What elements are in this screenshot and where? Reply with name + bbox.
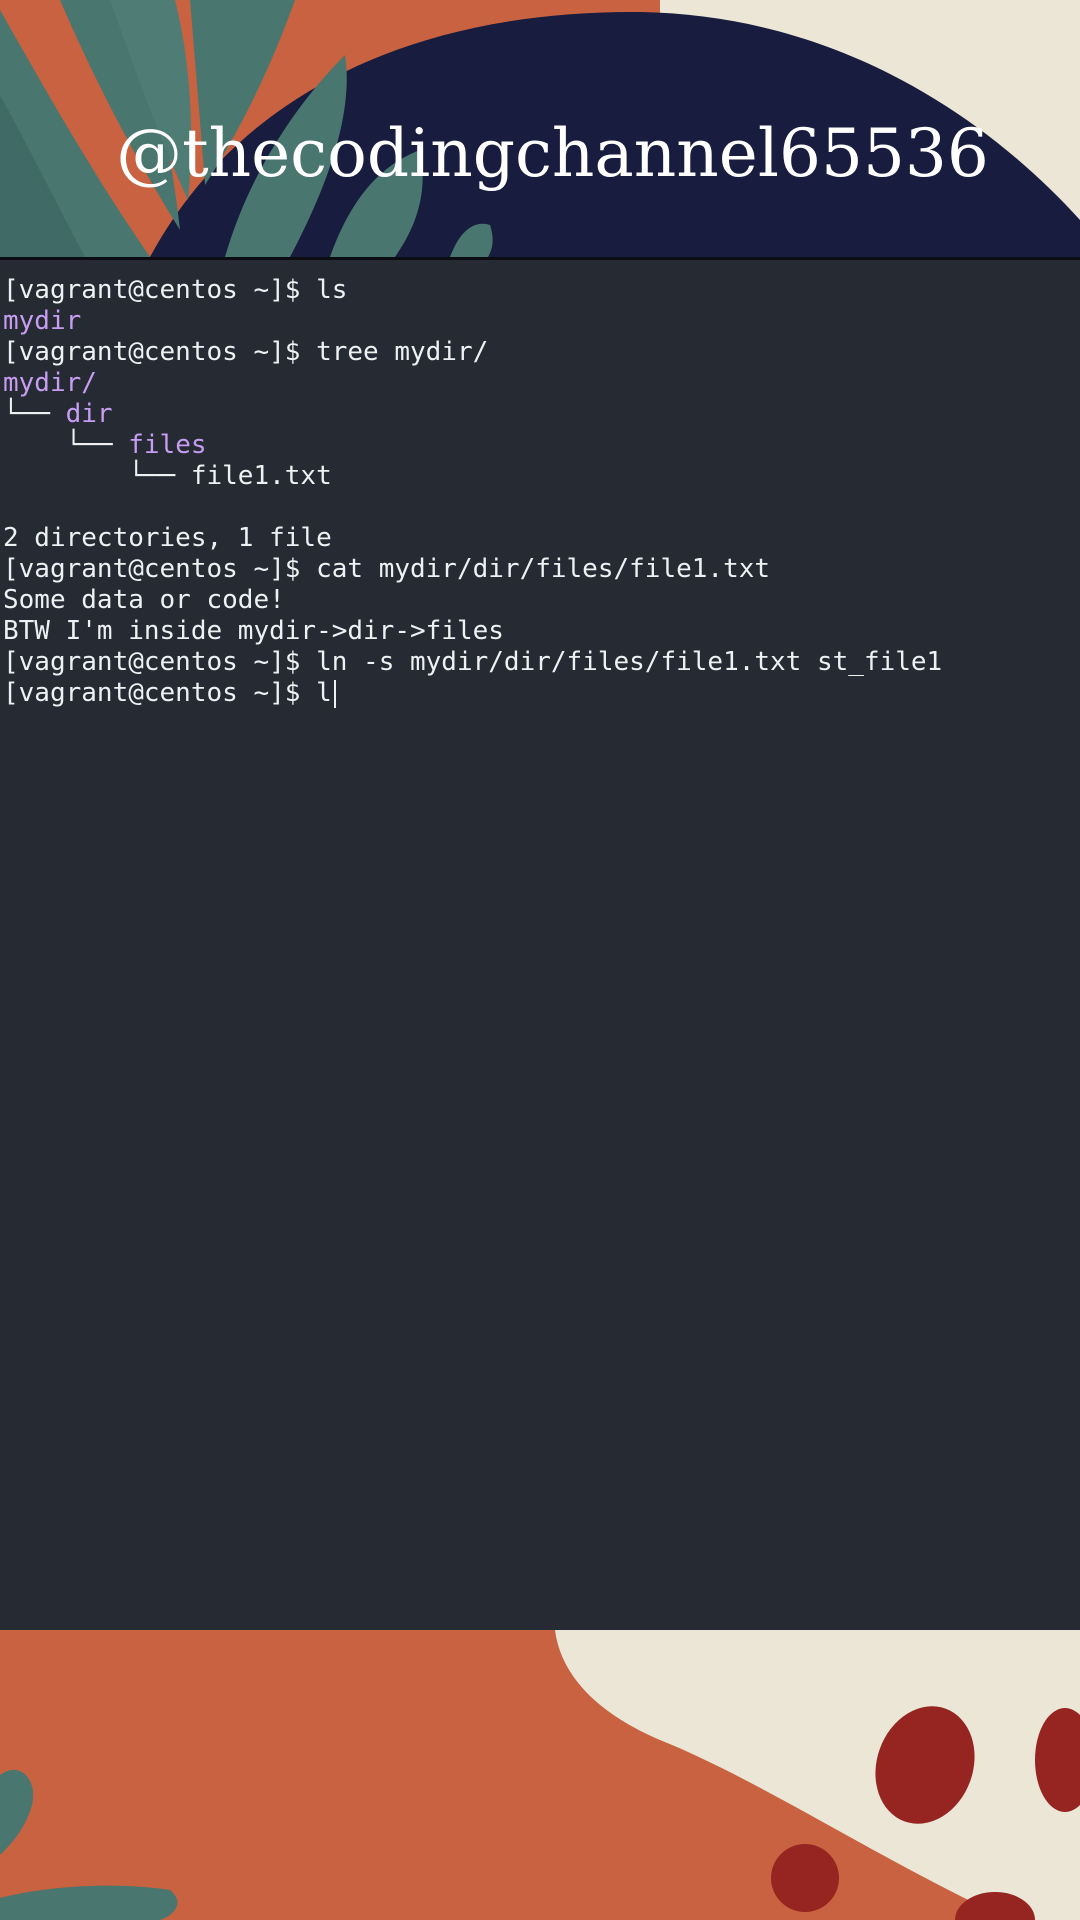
command: ln -s mydir/dir/files/file1.txt st_file1: [316, 647, 943, 677]
command: ls: [316, 275, 348, 305]
output-text: 2 directories, 1 file: [3, 523, 332, 553]
tree-branch: └──: [3, 430, 129, 460]
prompt: [vagrant@centos ~]$: [3, 275, 317, 305]
terminal-line: └── file1.txt: [3, 461, 332, 492]
terminal-window[interactable]: [vagrant@centos ~]$ ls mydir [vagrant@ce…: [0, 260, 1080, 1630]
terminal-line: [vagrant@centos ~]$ ln -s mydir/dir/file…: [3, 647, 942, 678]
terminal-line: └── dir: [3, 399, 113, 430]
text-cursor: [333, 679, 336, 708]
directory-name: files: [128, 430, 207, 460]
directory-name: mydir/: [3, 368, 97, 398]
terminal-line: Some data or code!: [3, 585, 285, 616]
tree-branch: └──: [3, 399, 66, 429]
terminal-line: [vagrant@centos ~]$ tree mydir/: [3, 337, 488, 368]
decorative-shapes-bottom: [0, 1630, 1080, 1920]
output-text: Some data or code!: [3, 585, 285, 615]
command: cat mydir/dir/files/file1.txt: [316, 554, 771, 584]
terminal-line: [vagrant@centos ~]$ ls: [3, 275, 347, 306]
prompt: [vagrant@centos ~]$: [3, 337, 317, 367]
command: tree mydir/: [316, 337, 489, 367]
terminal-line: mydir/: [3, 368, 97, 399]
terminal-input-line[interactable]: [vagrant@centos ~]$ l: [3, 678, 336, 709]
directory-name: dir: [65, 399, 113, 429]
command-input[interactable]: l: [316, 678, 332, 708]
prompt: [vagrant@centos ~]$: [3, 554, 317, 584]
file-name: file1.txt: [190, 461, 332, 491]
terminal-line: 2 directories, 1 file: [3, 523, 332, 554]
top-banner: @thecodingchannel65536: [0, 0, 1080, 257]
directory-name: mydir: [3, 306, 82, 336]
terminal-line: [vagrant@centos ~]$ cat mydir/dir/files/…: [3, 554, 770, 585]
tree-branch: └──: [3, 461, 191, 491]
channel-handle: @thecodingchannel65536: [116, 115, 989, 192]
prompt: [vagrant@centos ~]$: [3, 647, 317, 677]
terminal-line: mydir: [3, 306, 81, 337]
bottom-banner: [0, 1630, 1080, 1920]
output-text: BTW I'm inside mydir->dir->files: [3, 616, 504, 646]
terminal-line: └── files: [3, 430, 207, 461]
terminal-line: BTW I'm inside mydir->dir->files: [3, 616, 504, 647]
prompt: [vagrant@centos ~]$: [3, 678, 317, 708]
